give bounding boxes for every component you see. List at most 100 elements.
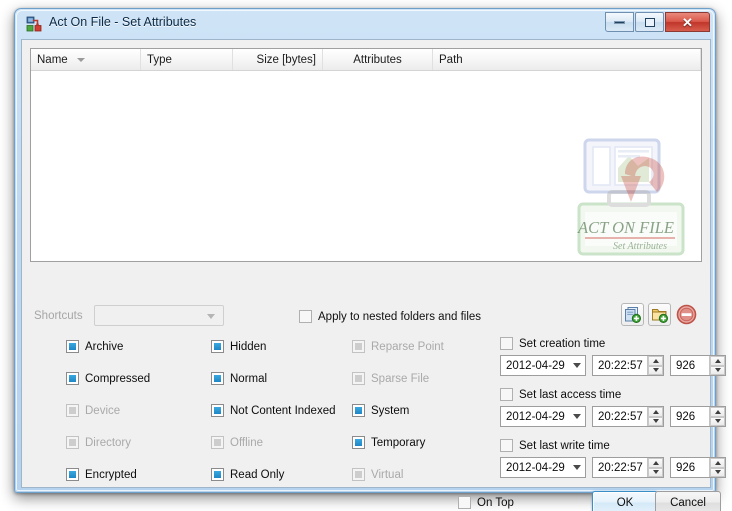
spinner-up-button[interactable] <box>648 407 663 417</box>
close-button[interactable]: ✕ <box>665 12 710 32</box>
apply-nested-checkbox[interactable]: Apply to nested folders and files <box>299 310 481 323</box>
last-access-time-spinner[interactable]: 20:22:57 <box>592 406 664 427</box>
checkbox-normal[interactable]: Normal <box>211 372 267 385</box>
spinner-up-button[interactable] <box>710 407 725 417</box>
checkbox-box <box>352 468 365 481</box>
spinner-down-button[interactable] <box>648 467 663 477</box>
add-folder-button[interactable] <box>648 303 671 326</box>
spinner-buttons[interactable] <box>709 458 725 477</box>
last-access-date-value: 2012-04-29 <box>506 410 565 423</box>
column-header-name[interactable]: Name <box>31 49 141 70</box>
checkbox-read-only[interactable]: Read Only <box>211 468 284 481</box>
column-header-path-label: Path <box>439 53 463 66</box>
creation-time-spinner[interactable]: 20:22:57 <box>592 355 664 376</box>
checkbox-box <box>211 404 224 417</box>
file-list-header: Name Type Size [bytes] Attributes Path <box>31 49 701 71</box>
spinner-buttons[interactable] <box>647 407 663 426</box>
window-controls: ✕ <box>604 12 710 32</box>
title-bar[interactable]: Act On File - Set Attributes ✕ <box>15 9 715 39</box>
column-header-size-label: Size [bytes] <box>256 53 316 66</box>
checkbox-label: System <box>371 404 410 417</box>
file-list-body[interactable]: ACT ON FILE Set Attributes <box>31 71 701 261</box>
set-last-write-time-label: Set last write time <box>519 439 610 452</box>
checkbox-box <box>352 340 365 353</box>
spinner-down-button[interactable] <box>710 467 725 477</box>
last-access-time-fields: 2012-04-29 20:22:57 926 <box>500 406 726 427</box>
spinner-buttons[interactable] <box>709 407 725 426</box>
checkbox-box <box>66 468 79 481</box>
checkbox-box <box>500 337 513 350</box>
column-header-attributes[interactable]: Attributes <box>323 49 433 70</box>
checkbox-label: Compressed <box>85 372 151 385</box>
spinner-down-button[interactable] <box>648 365 663 375</box>
set-last-access-time-checkbox[interactable]: Set last access time <box>500 388 726 401</box>
list-toolbar <box>621 303 698 326</box>
spinner-down-button[interactable] <box>710 365 725 375</box>
spinner-up-button[interactable] <box>710 458 725 468</box>
creation-time-value: 20:22:57 <box>598 359 643 372</box>
set-creation-time-checkbox[interactable]: Set creation time <box>500 337 726 350</box>
checkbox-not-content-indexed[interactable]: Not Content Indexed <box>211 404 336 417</box>
checkbox-label: Hidden <box>230 340 267 353</box>
spinner-up-button[interactable] <box>648 356 663 366</box>
checkbox-box <box>211 372 224 385</box>
checkbox-reparse-point: Reparse Point <box>352 340 444 353</box>
column-header-attributes-label: Attributes <box>353 53 402 66</box>
checkbox-box <box>352 436 365 449</box>
checkbox-box <box>458 496 471 509</box>
creation-ms-value: 926 <box>676 359 696 372</box>
chevron-down-icon <box>207 314 215 319</box>
remove-button[interactable] <box>675 303 698 326</box>
creation-date-combobox[interactable]: 2012-04-29 <box>500 355 586 376</box>
checkbox-archive[interactable]: Archive <box>66 340 123 353</box>
last-access-time-value: 20:22:57 <box>598 410 643 423</box>
creation-ms-spinner[interactable]: 926 <box>670 355 726 376</box>
column-header-size[interactable]: Size [bytes] <box>233 49 323 70</box>
column-header-type[interactable]: Type <box>141 49 233 70</box>
checkbox-label: Archive <box>85 340 124 353</box>
spinner-buttons[interactable] <box>709 356 725 375</box>
checkbox-box <box>211 436 224 449</box>
last-write-time-spinner[interactable]: 20:22:57 <box>592 457 664 478</box>
checkbox-encrypted[interactable]: Encrypted <box>66 468 137 481</box>
checkbox-directory: Directory <box>66 436 131 449</box>
column-header-name-label: Name <box>37 53 68 66</box>
cancel-button[interactable]: Cancel <box>655 491 721 511</box>
spinner-buttons[interactable] <box>647 356 663 375</box>
sort-descending-icon <box>76 57 85 62</box>
checkbox-box <box>66 340 79 353</box>
ok-button[interactable]: OK <box>592 491 658 511</box>
chevron-down-icon[interactable] <box>568 458 585 477</box>
shortcuts-combobox[interactable] <box>94 305 224 326</box>
chevron-down-icon[interactable] <box>568 407 585 426</box>
maximize-button[interactable] <box>635 12 664 32</box>
checkbox-box <box>299 310 312 323</box>
last-access-date-combobox[interactable]: 2012-04-29 <box>500 406 586 427</box>
creation-date-value: 2012-04-29 <box>506 359 565 372</box>
close-icon: ✕ <box>682 14 693 30</box>
spinner-buttons[interactable] <box>647 458 663 477</box>
spinner-down-button[interactable] <box>648 416 663 426</box>
checkbox-hidden[interactable]: Hidden <box>211 340 266 353</box>
set-last-write-time-checkbox[interactable]: Set last write time <box>500 439 726 452</box>
watermark-subtitle: Set Attributes <box>613 241 667 252</box>
last-access-ms-spinner[interactable]: 926 <box>670 406 726 427</box>
checkbox-temporary[interactable]: Temporary <box>352 436 425 449</box>
column-header-path[interactable]: Path <box>433 49 701 70</box>
checkbox-compressed[interactable]: Compressed <box>66 372 150 385</box>
checkbox-label: Virtual <box>371 468 404 481</box>
add-folder-icon <box>652 309 668 323</box>
minimize-button[interactable] <box>605 12 634 32</box>
checkbox-box <box>352 404 365 417</box>
chevron-down-icon[interactable] <box>568 356 585 375</box>
spinner-up-button[interactable] <box>710 356 725 366</box>
last-write-date-combobox[interactable]: 2012-04-29 <box>500 457 586 478</box>
file-list-view[interactable]: Name Type Size [bytes] Attributes Path A… <box>30 48 702 262</box>
last-write-ms-spinner[interactable]: 926 <box>670 457 726 478</box>
checkbox-system[interactable]: System <box>352 404 409 417</box>
add-files-button[interactable] <box>621 303 644 326</box>
spinner-up-button[interactable] <box>648 458 663 468</box>
spinner-down-button[interactable] <box>710 416 725 426</box>
on-top-checkbox[interactable]: On Top <box>458 496 514 509</box>
act-on-file-watermark: ACT ON FILE Set Attributes <box>563 132 693 260</box>
